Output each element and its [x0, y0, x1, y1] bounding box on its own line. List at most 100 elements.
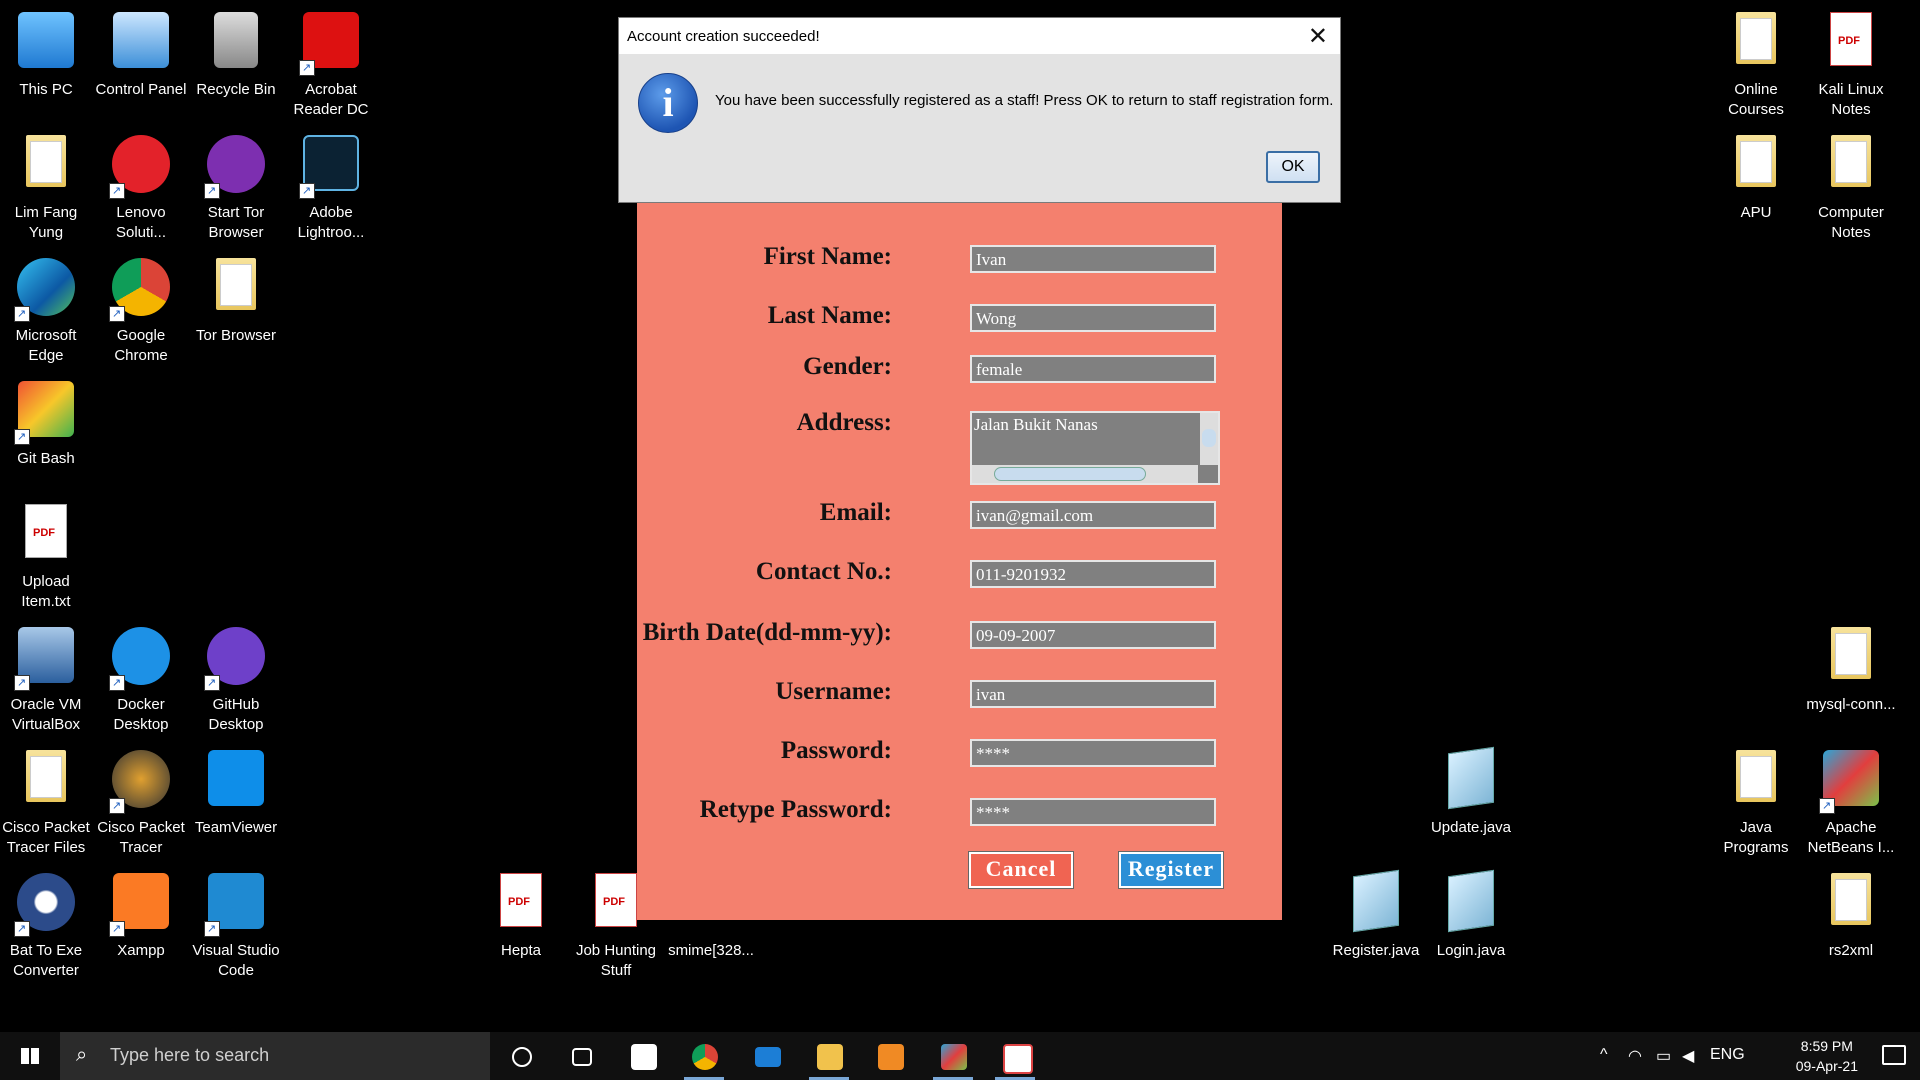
chevron-up-icon[interactable]: ^ [1600, 1046, 1608, 1064]
username-field[interactable]: ivan [970, 680, 1216, 708]
birth-date-label: Birth Date(dd-mm-yy): [642, 619, 892, 646]
taskbar-store[interactable] [615, 1032, 671, 1080]
desktop-icon-rs2xml[interactable]: rs2xml [1803, 865, 1899, 985]
scroll-thumb[interactable] [994, 467, 1146, 481]
desktop-icon-computer-notes[interactable]: Computer Notes [1803, 127, 1899, 247]
scroll-thumb[interactable] [1202, 429, 1216, 447]
cortana-button[interactable] [492, 1032, 548, 1080]
desktop-icon-kali-notes[interactable]: Kali Linux Notes [1803, 4, 1899, 124]
address-vertical-scrollbar[interactable] [1200, 413, 1218, 465]
desktop-icon-git-bash[interactable]: Git Bash [0, 373, 94, 493]
desktop-icon-docker[interactable]: Docker Desktop [93, 619, 189, 739]
contact-field[interactable]: 011-9201932 [970, 560, 1216, 588]
recycle-bin-icon [204, 12, 268, 76]
desktop-icon-start-tor[interactable]: Start Tor Browser [188, 127, 284, 247]
desktop-icon-apu[interactable]: APU [1708, 127, 1804, 247]
taskbar-media[interactable] [862, 1032, 918, 1080]
folder-icon [1724, 750, 1788, 814]
info-icon: i [638, 73, 698, 133]
desktop-icon-cisco-tracer[interactable]: Cisco Packet Tracer [93, 742, 189, 862]
desktop-icon-vscode[interactable]: Visual Studio Code [188, 865, 284, 985]
pdf-icon [1819, 12, 1883, 76]
chrome-icon [692, 1044, 718, 1070]
netbeans-icon [1819, 750, 1883, 816]
wifi-icon[interactable]: ◠ [1628, 1046, 1642, 1066]
email-field[interactable]: ivan@gmail.com [970, 501, 1216, 529]
task-view-button[interactable] [552, 1032, 608, 1080]
desktop-icon-github[interactable]: GitHub Desktop [188, 619, 284, 739]
desktop-icon-this-pc[interactable]: This PC [0, 4, 94, 124]
password-field[interactable]: **** [970, 739, 1216, 767]
media-player-icon [878, 1044, 904, 1070]
desktop-icon-login-java[interactable]: Login.java [1423, 865, 1519, 985]
netbeans-icon [941, 1044, 967, 1070]
clock[interactable]: 8:59 PM 09-Apr-21 [1796, 1036, 1858, 1076]
xampp-icon [109, 873, 173, 939]
desktop-icon-netbeans[interactable]: Apache NetBeans I... [1803, 742, 1899, 862]
folder-icon [1819, 873, 1883, 937]
pdf-icon [489, 873, 553, 937]
language-indicator[interactable]: ENG [1710, 1046, 1745, 1064]
search-box[interactable]: ⌕ Type here to search [60, 1032, 490, 1080]
dialog-title: Account creation succeeded! [627, 28, 820, 45]
email-row: Email: ivan@gmail.com [637, 497, 1282, 537]
acrobat-icon [299, 12, 363, 78]
desktop-icon-mysql-conn[interactable]: mysql-conn... [1803, 619, 1899, 739]
close-icon[interactable]: ✕ [1308, 22, 1328, 51]
first-name-field[interactable]: Ivan [970, 245, 1216, 273]
system-tray: ^ ◠ ▭ ◀ ENG 8:59 PM 09-Apr-21 [1600, 1032, 1920, 1080]
notification-icon[interactable] [1882, 1045, 1906, 1065]
desktop-icon-update-java[interactable]: Update.java [1423, 742, 1519, 862]
taskbar-chrome[interactable] [676, 1032, 732, 1080]
volume-icon[interactable]: ◀ [1682, 1046, 1694, 1066]
desktop-icon-lenovo[interactable]: Lenovo Soluti... [93, 127, 189, 247]
task-view-icon [572, 1048, 592, 1066]
desktop-icon-edge[interactable]: Microsoft Edge [0, 250, 94, 370]
desktop-icon-online-courses[interactable]: Online Courses [1708, 4, 1804, 124]
taskbar-java[interactable] [987, 1032, 1043, 1080]
desktop-icon-virtualbox[interactable]: Oracle VM VirtualBox [0, 619, 94, 739]
cancel-button[interactable]: Cancel [968, 851, 1074, 889]
first-name-row: First Name: Ivan [637, 241, 1282, 281]
desktop-icon-teamviewer[interactable]: TeamViewer [188, 742, 284, 862]
desktop-icon-upload-item[interactable]: Upload Item.txt [0, 496, 94, 616]
address-textarea[interactable]: Jalan Bukit Nanas [970, 411, 1220, 485]
desktop-icon-recycle-bin[interactable]: Recycle Bin [188, 4, 284, 124]
retype-password-field[interactable]: **** [970, 798, 1216, 826]
contact-label: Contact No.: [755, 558, 892, 585]
address-label: Address: [796, 409, 892, 436]
virtualbox-icon [14, 627, 78, 693]
user-folder-icon [14, 135, 78, 199]
desktop-icon-lim-fang-yung[interactable]: Lim Fang Yung [0, 127, 94, 247]
desktop-icon-chrome[interactable]: Google Chrome [93, 250, 189, 370]
desktop-icon-cisco-files[interactable]: Cisco Packet Tracer Files [0, 742, 94, 862]
gender-field[interactable]: female [970, 355, 1216, 383]
desktop-icon-tor-browser[interactable]: Tor Browser [188, 250, 284, 370]
desktop-icon-hepta[interactable]: Hepta [473, 865, 569, 985]
desktop-icon-acrobat[interactable]: Acrobat Reader DC [283, 4, 379, 124]
desktop-icon-xampp[interactable]: Xampp [93, 865, 189, 985]
password-row: Password: **** [637, 735, 1282, 775]
taskbar-file-explorer[interactable] [801, 1032, 857, 1080]
dialog-message: You have been successfully registered as… [715, 92, 1334, 109]
register-button[interactable]: Register [1118, 851, 1224, 889]
taskbar-mail[interactable] [739, 1032, 795, 1080]
success-dialog: Account creation succeeded! ✕ i You have… [618, 17, 1341, 203]
ok-button[interactable]: OK [1266, 151, 1320, 183]
birth-date-field[interactable]: 09-09-2007 [970, 621, 1216, 649]
last-name-field[interactable]: Wong [970, 304, 1216, 332]
desktop-icon-lightroom[interactable]: Adobe Lightroo... [283, 127, 379, 247]
battery-icon[interactable]: ▭ [1656, 1046, 1671, 1066]
address-horizontal-scrollbar[interactable] [972, 465, 1198, 483]
gender-label: Gender: [803, 353, 892, 380]
clock-date: 09-Apr-21 [1795, 1058, 1858, 1074]
desktop-icon-bat-to-exe[interactable]: Bat To Exe Converter [0, 865, 94, 985]
dialog-titlebar[interactable]: Account creation succeeded! ✕ [619, 18, 1340, 54]
start-button[interactable] [0, 1032, 58, 1080]
taskbar-netbeans[interactable] [925, 1032, 981, 1080]
desktop-icon-control-panel[interactable]: Control Panel [93, 4, 189, 124]
birth-date-row: Birth Date(dd-mm-yy): 09-09-2007 [637, 617, 1282, 657]
desktop-icon-register-java[interactable]: Register.java [1328, 865, 1424, 985]
search-icon: ⌕ [76, 1044, 88, 1066]
desktop-icon-java-programs[interactable]: Java Programs [1708, 742, 1804, 862]
